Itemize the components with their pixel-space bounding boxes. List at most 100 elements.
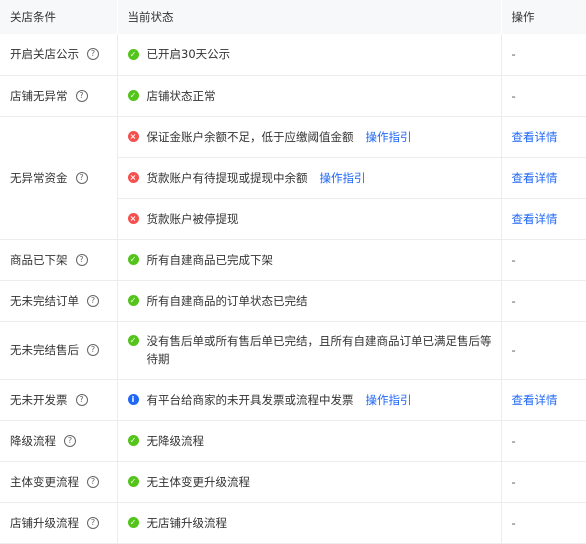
no-action-dash: -: [511, 343, 516, 357]
status-cell: ✓ 所有自建商品的订单状态已完结: [117, 280, 501, 322]
table-row: 无未完结订单? ✓ 所有自建商品的订单状态已完结 -: [0, 280, 586, 322]
table-row: 开启关店公示? ✓ 已开启30天公示 -: [0, 34, 586, 76]
table-row: 店铺升级流程? ✓ 无店铺升级流程 -: [0, 502, 586, 544]
no-action-dash: -: [511, 47, 516, 62]
action-cell: 查看详情: [500, 198, 586, 240]
status-text: 无降级流程: [146, 433, 205, 448]
header-condition: 关店条件: [0, 0, 117, 34]
condition-cell: 主体变更流程?: [0, 461, 118, 503]
status-cell: ✓ 已开启30天公示: [117, 34, 501, 76]
status-cell: × 保证金账户余额不足，低于应缴阈值金额 操作指引: [117, 116, 501, 158]
status-wrapper: ✓ 无店铺升级流程: [127, 515, 501, 531]
no-action-dash: -: [511, 293, 516, 308]
view-details-link[interactable]: 查看详情: [512, 212, 558, 226]
action-cell: 查看详情: [500, 379, 586, 421]
check-circle-icon: ✓: [127, 476, 139, 487]
condition-label: 降级流程: [10, 433, 56, 448]
condition-label: 无未完结订单: [10, 293, 79, 308]
condition-label: 店铺升级流程: [10, 515, 79, 530]
status-wrapper: i 有平台给商家的未开具发票或流程中发票 操作指引: [127, 392, 501, 408]
action-cell: -: [500, 420, 586, 462]
condition-cell: 店铺升级流程?: [0, 502, 118, 544]
condition-cell: 无未开发票?: [0, 379, 118, 421]
no-action-dash: -: [511, 474, 516, 489]
action-cell: -: [500, 280, 586, 322]
condition-wrapper: 开启关店公示?: [10, 46, 117, 62]
close-store-conditions-table: 关店条件 当前状态 操作 开启关店公示? ✓ 已开启30天公示 - 店铺无异常? ✓ 店铺状…: [0, 0, 586, 544]
help-question-icon[interactable]: ?: [87, 475, 99, 488]
condition-label: 店铺无异常: [10, 88, 68, 103]
no-action-dash: -: [511, 88, 516, 103]
condition-wrapper: 无未开发票?: [10, 392, 117, 408]
help-question-icon[interactable]: ?: [64, 434, 76, 447]
status-cell: i 有平台给商家的未开具发票或流程中发票 操作指引: [117, 379, 501, 421]
status-text: 货款账户被停提现: [146, 211, 239, 226]
status-wrapper: ✓ 已开启30天公示: [127, 46, 501, 62]
check-circle-icon: ✓: [127, 295, 139, 306]
help-question-icon[interactable]: ?: [87, 344, 99, 356]
no-action-dash: -: [511, 515, 516, 530]
status-wrapper: × 货款账户被停提现: [127, 211, 501, 227]
error-circle-icon: ×: [127, 131, 139, 142]
status-cell: ✓ 无店铺升级流程: [117, 502, 501, 544]
condition-cell: 开启关店公示?: [0, 34, 118, 76]
check-circle-icon: ✓: [127, 48, 139, 60]
help-question-icon[interactable]: ?: [87, 294, 99, 307]
table-row: 主体变更流程? ✓ 无主体变更升级流程 -: [0, 461, 586, 503]
condition-wrapper: 降级流程?: [10, 433, 117, 449]
view-details-link[interactable]: 查看详情: [512, 171, 558, 185]
header-action: 操作: [500, 0, 586, 34]
table-row: 无未开发票? i 有平台给商家的未开具发票或流程中发票 操作指引 查看详情: [0, 379, 586, 421]
condition-cell: 商品已下架?: [0, 239, 118, 281]
condition-wrapper: 店铺无异常?: [10, 88, 117, 104]
status-text: 保证金账户余额不足，低于应缴阈值金额: [146, 129, 354, 144]
help-question-icon[interactable]: ?: [87, 48, 99, 61]
guide-link[interactable]: 操作指引: [366, 392, 412, 408]
status-wrapper: ✓ 所有自建商品已完成下架: [127, 252, 501, 268]
condition-wrapper: 无未完结订单?: [10, 293, 117, 309]
condition-cell: 无异常资金?: [0, 116, 118, 240]
status-text: 货款账户有待提现或提现中余额: [146, 170, 308, 185]
action-cell: -: [500, 75, 586, 117]
condition-wrapper: 无异常资金?: [10, 170, 117, 186]
condition-label: 无异常资金: [10, 170, 68, 185]
action-cell: 查看详情: [500, 157, 586, 199]
status-cell: ✓ 所有自建商品已完成下架: [117, 239, 501, 281]
status-cell: ✓ 无主体变更升级流程: [117, 461, 501, 503]
condition-wrapper: 商品已下架?: [10, 252, 117, 268]
status-wrapper: ✓ 店铺状态正常: [127, 88, 501, 104]
check-circle-icon: ✓: [127, 435, 139, 446]
status-wrapper: ✓ 无降级流程: [127, 433, 501, 449]
status-cell: ✓ 店铺状态正常: [117, 75, 501, 117]
status-text: 没有售后单或所有售后单已完结，且所有自建商品订单已满足售后等待期: [146, 334, 492, 366]
condition-label: 无未开发票: [10, 392, 68, 407]
condition-wrapper: 主体变更流程?: [10, 474, 117, 490]
view-details-link[interactable]: 查看详情: [512, 393, 558, 407]
status-text: 所有自建商品已完成下架: [146, 252, 274, 267]
help-question-icon[interactable]: ?: [75, 253, 88, 266]
help-question-icon[interactable]: ?: [75, 171, 88, 184]
condition-label: 无未完结售后: [10, 343, 79, 357]
action-cell: -: [500, 461, 586, 503]
condition-wrapper: 店铺升级流程?: [10, 515, 117, 531]
guide-link[interactable]: 操作指引: [366, 129, 412, 145]
check-circle-icon: ✓: [127, 335, 139, 346]
guide-link[interactable]: 操作指引: [320, 170, 366, 186]
condition-cell: 无未完结售后?: [0, 321, 118, 380]
no-action-dash: -: [511, 433, 516, 448]
info-circle-icon: i: [127, 394, 139, 405]
status-cell: × 货款账户有待提现或提现中余额 操作指引: [117, 157, 501, 199]
action-cell: -: [500, 34, 586, 76]
view-details-link[interactable]: 查看详情: [512, 130, 558, 144]
condition-cell: 无未完结订单?: [0, 280, 118, 322]
error-circle-icon: ×: [127, 213, 139, 224]
help-question-icon[interactable]: ?: [87, 516, 99, 529]
condition-cell: 店铺无异常?: [0, 75, 118, 117]
action-cell: -: [500, 502, 586, 544]
help-question-icon[interactable]: ?: [75, 89, 88, 102]
status-cell: × 货款账户被停提现: [117, 198, 501, 240]
help-question-icon[interactable]: ?: [75, 393, 88, 406]
action-cell: -: [500, 239, 586, 281]
status-wrapper: × 货款账户有待提现或提现中余额 操作指引: [127, 170, 501, 186]
condition-label: 主体变更流程: [10, 474, 79, 489]
